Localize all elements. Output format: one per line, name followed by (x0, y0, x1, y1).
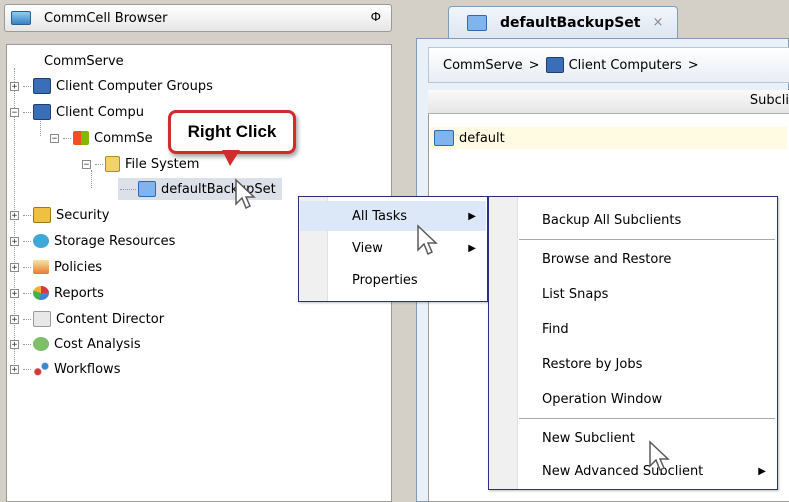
tree-item-label: File System (125, 156, 200, 172)
menu-item-label: Properties (352, 272, 418, 288)
submenu-arrow-icon: ▶ (468, 210, 476, 222)
computer-group-icon (33, 78, 51, 94)
all-tasks-submenu: Backup All Subclients Browse and Restore… (488, 196, 778, 490)
menu-item-label: Browse and Restore (542, 251, 672, 267)
mouse-cursor-icon (235, 178, 256, 210)
expand-icon[interactable]: + (10, 210, 19, 220)
menu-item-find[interactable]: Find (490, 314, 776, 344)
breadcrumb-client-computers[interactable]: Client Computers (569, 58, 682, 73)
policies-icon (33, 260, 49, 274)
expand-icon[interactable]: + (10, 81, 19, 91)
tree-item-policies[interactable]: + Policies (10, 256, 102, 278)
breadcrumb-separator: > (687, 57, 699, 73)
collapse-icon[interactable]: − (50, 133, 59, 143)
tree-item-label: Client Computer Groups (56, 78, 213, 94)
tree-item-client-computers[interactable]: − Client Compu (10, 101, 144, 123)
menu-item-new-subclient[interactable]: New Subclient (490, 423, 776, 453)
right-click-callout: Right Click (168, 110, 296, 154)
menu-item-label: View (352, 240, 383, 256)
menu-item-new-advanced-subclient[interactable]: New Advanced Subclient ▶ (490, 456, 776, 486)
lock-icon (33, 207, 51, 223)
tree-item-client-computer-groups[interactable]: + Client Computer Groups (10, 75, 213, 97)
callout-text: Right Click (187, 122, 277, 141)
tab-title: defaultBackupSet (500, 14, 641, 31)
tree-item-cost-analysis[interactable]: + Cost Analysis (10, 333, 141, 355)
table-row[interactable]: default (430, 127, 787, 149)
table-cell: default (459, 130, 505, 146)
menu-item-label: New Advanced Subclient (542, 463, 704, 479)
menu-item-view[interactable]: View ▶ (300, 233, 486, 263)
cost-analysis-icon (33, 337, 49, 351)
menu-item-operation-window[interactable]: Operation Window (490, 384, 776, 414)
tree-item-label: Storage Resources (54, 233, 176, 249)
tree-item-label: Client Compu (56, 104, 144, 120)
context-menu: All Tasks ▶ View ▶ Properties (298, 196, 488, 302)
commcell-browser-title: CommCell Browser (44, 10, 168, 26)
tree-item-security[interactable]: + Security (10, 204, 109, 226)
breadcrumb-separator: > (528, 57, 540, 73)
expand-icon[interactable]: + (10, 314, 19, 324)
menu-item-label: Operation Window (542, 391, 663, 407)
tree-item-label: Policies (54, 259, 103, 275)
tree-item-label: CommServe (44, 53, 124, 69)
collapse-icon[interactable]: − (82, 159, 91, 169)
workflows-icon (33, 362, 49, 376)
pin-icon[interactable]: Ф (371, 10, 381, 24)
expand-icon[interactable]: + (10, 364, 19, 374)
expand-icon[interactable]: + (10, 262, 19, 272)
breadcrumb-commserve[interactable]: CommServe (443, 58, 523, 73)
tree-item-label: Workflows (54, 361, 121, 377)
tree-item-label: Security (56, 207, 110, 223)
tab-default-backup-set[interactable]: defaultBackupSet × (448, 6, 678, 38)
mouse-cursor-icon (417, 224, 438, 256)
menu-item-label: New Subclient (542, 430, 635, 446)
tree-item-storage-resources[interactable]: + Storage Resources (10, 230, 175, 252)
menu-item-list-snaps[interactable]: List Snaps (490, 279, 776, 309)
tree-item-commserve-client[interactable]: − CommSe (50, 127, 153, 149)
tree-item-label: Reports (54, 285, 104, 301)
backup-set-icon (138, 181, 156, 197)
commcell-browser-title-bar: CommCell Browser Ф (4, 4, 392, 32)
menu-item-label: All Tasks (352, 208, 408, 224)
pie-chart-icon (33, 286, 49, 300)
tree-item-content-director[interactable]: + Content Director (10, 308, 164, 330)
tree-item-workflows[interactable]: + Workflows (10, 358, 120, 380)
expand-icon[interactable]: + (10, 288, 19, 298)
grid-header[interactable]: Subcli (428, 90, 789, 114)
menu-item-label: Backup All Subclients (542, 212, 682, 228)
windows-logo-icon (73, 131, 89, 145)
menu-item-backup-all-subclients[interactable]: Backup All Subclients (490, 205, 776, 235)
breadcrumb: CommServe > Client Computers > (428, 47, 789, 83)
close-icon[interactable]: × (653, 15, 664, 30)
tree-item-label: Cost Analysis (54, 336, 141, 352)
backup-set-icon (467, 14, 487, 31)
collapse-icon[interactable]: − (10, 107, 19, 117)
folder-icon (434, 130, 454, 146)
menu-item-properties[interactable]: Properties (300, 265, 486, 295)
menu-item-label: Find (542, 321, 569, 337)
tree-item-label: Content Director (56, 311, 165, 327)
menu-item-restore-by-jobs[interactable]: Restore by Jobs (490, 349, 776, 379)
computers-icon (545, 57, 564, 73)
tree-item-reports[interactable]: + Reports (10, 282, 104, 304)
storage-icon (33, 234, 49, 248)
submenu-arrow-icon: ▶ (468, 242, 476, 254)
menu-item-all-tasks[interactable]: All Tasks ▶ (300, 201, 486, 231)
menu-item-label: Restore by Jobs (542, 356, 643, 372)
submenu-arrow-icon: ▶ (758, 465, 766, 477)
expand-icon[interactable]: + (10, 236, 19, 246)
callout-tail (222, 150, 240, 166)
file-system-icon (105, 156, 120, 172)
grid-header-label: Subcli (749, 93, 789, 108)
tree-item-file-system[interactable]: − File System (82, 153, 199, 175)
menu-item-label: List Snaps (542, 286, 609, 302)
computers-icon (33, 104, 51, 120)
commcell-browser-icon (11, 11, 31, 25)
tree-item-commserve[interactable]: CommServe (44, 50, 124, 72)
expand-icon[interactable]: + (10, 339, 19, 349)
mouse-cursor-icon (649, 440, 670, 472)
menu-item-browse-and-restore[interactable]: Browse and Restore (490, 244, 776, 274)
tree-item-label: CommSe (94, 130, 153, 146)
content-director-icon (33, 311, 51, 327)
